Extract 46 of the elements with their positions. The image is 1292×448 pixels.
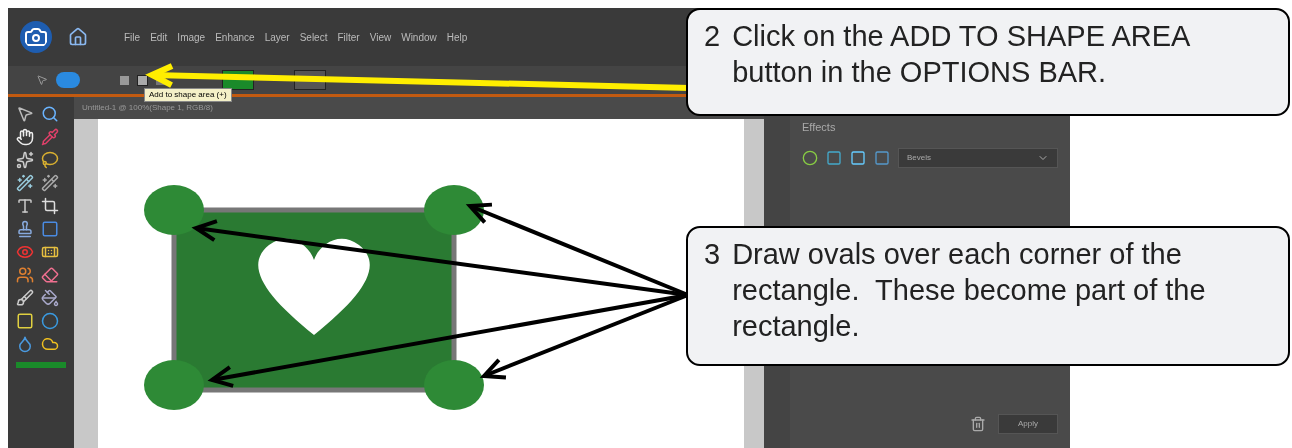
eraser-icon[interactable] — [41, 266, 59, 284]
pointer-icon[interactable] — [36, 74, 48, 86]
sparkle-icon[interactable] — [16, 151, 34, 169]
paint-bucket-icon[interactable] — [41, 289, 59, 307]
new-shape-button[interactable] — [120, 75, 129, 85]
text-tool-icon[interactable] — [16, 197, 34, 215]
ellipse-tool-icon[interactable] — [41, 312, 59, 330]
menu-item[interactable]: Enhance — [215, 29, 255, 45]
menu-item[interactable]: File — [124, 29, 141, 45]
menu-item[interactable]: Help — [446, 29, 468, 45]
step-number: 3 — [704, 237, 721, 272]
lasso-icon[interactable] — [41, 151, 59, 169]
magic-wand-icon[interactable] — [16, 174, 34, 192]
menu-item[interactable]: Select — [299, 29, 328, 45]
menu-item[interactable]: Filter — [337, 29, 360, 45]
document-tab[interactable]: Untitled-1 @ 100%(Shape 1, RGB/8) — [82, 102, 213, 114]
callout-text: Draw ovals over each corner of the rectangle. These become part of the rectangle. — [732, 237, 1207, 344]
trash-icon[interactable] — [970, 416, 986, 432]
menu-item[interactable]: Layer — [264, 29, 290, 45]
zoom-tool-icon[interactable] — [41, 105, 59, 123]
eye-icon[interactable] — [16, 243, 34, 261]
add-to-shape-button[interactable] — [137, 74, 148, 86]
menu-item[interactable]: Edit — [150, 29, 168, 45]
home-icon[interactable] — [68, 27, 88, 47]
callout-text: Click on the ADD TO SHAPE AREA button in the OPTIONS BAR. — [732, 19, 1191, 90]
eyedropper-icon[interactable] — [41, 128, 59, 146]
move-tool-icon[interactable] — [16, 105, 34, 123]
effects-icon[interactable] — [826, 149, 842, 166]
hand-tool-icon[interactable] — [16, 128, 34, 146]
crop-tool-icon[interactable] — [41, 197, 59, 215]
brush-icon[interactable] — [16, 289, 34, 307]
panel-title[interactable]: Effects — [802, 119, 1058, 136]
menu-item[interactable]: View — [369, 29, 392, 45]
blur-tool-icon[interactable] — [16, 335, 34, 353]
ellipse-tool-button[interactable] — [56, 72, 80, 88]
camera-logo-icon — [20, 21, 52, 53]
category-dropdown[interactable]: Bevels — [898, 147, 1058, 168]
apply-button[interactable]: Apply — [998, 414, 1058, 434]
step-number: 2 — [704, 19, 721, 54]
color-swatch[interactable] — [16, 362, 66, 368]
menu-item[interactable]: Window — [401, 29, 437, 45]
shape-icon[interactable] — [41, 220, 59, 238]
menu-item[interactable]: Image — [177, 29, 206, 45]
effects-icon[interactable] — [850, 149, 866, 166]
tooltip: Add to shape area (+) — [144, 88, 232, 102]
effects-icon[interactable] — [802, 149, 818, 166]
